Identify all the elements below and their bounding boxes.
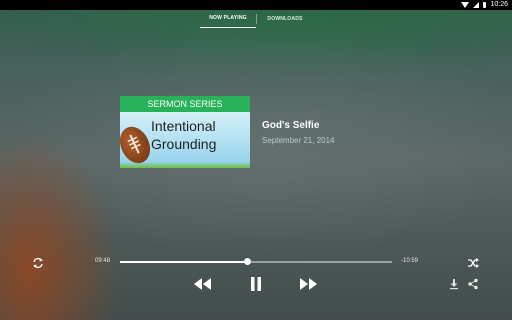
status-bar: 10:26: [0, 0, 512, 10]
artwork-title-line2: Grounding: [151, 136, 217, 152]
track-title: God's Selfie: [262, 120, 320, 131]
tab-bar: NOW PLAYING DOWNLOADS: [200, 10, 313, 28]
album-artwork: SERMON SERIES Intentional Grounding: [120, 96, 250, 168]
seek-progress: [120, 260, 248, 263]
fast-forward-icon[interactable]: [299, 276, 319, 292]
shuffle-icon[interactable]: [466, 256, 480, 270]
status-time: 10:26: [490, 1, 508, 8]
blurred-background: [0, 0, 512, 320]
battery-icon: [483, 2, 487, 8]
rewind-icon[interactable]: [192, 276, 212, 292]
artwork-title-line1: Intentional: [151, 118, 216, 134]
tab-now-playing[interactable]: NOW PLAYING: [200, 10, 256, 28]
pause-icon[interactable]: [246, 276, 266, 292]
share-icon[interactable]: [467, 278, 479, 290]
artwork-grass: [120, 162, 250, 168]
wifi-icon: [461, 2, 470, 8]
seek-bar[interactable]: [120, 258, 392, 265]
track-date: September 21, 2014: [262, 136, 335, 145]
signal-icon: [473, 2, 480, 8]
remaining-time: -10:59: [401, 258, 419, 264]
download-icon[interactable]: [448, 278, 460, 290]
tab-downloads[interactable]: DOWNLOADS: [257, 10, 313, 28]
repeat-icon[interactable]: [31, 256, 45, 270]
artwork-banner: SERMON SERIES: [120, 96, 250, 112]
elapsed-time: 09:48: [95, 258, 111, 264]
